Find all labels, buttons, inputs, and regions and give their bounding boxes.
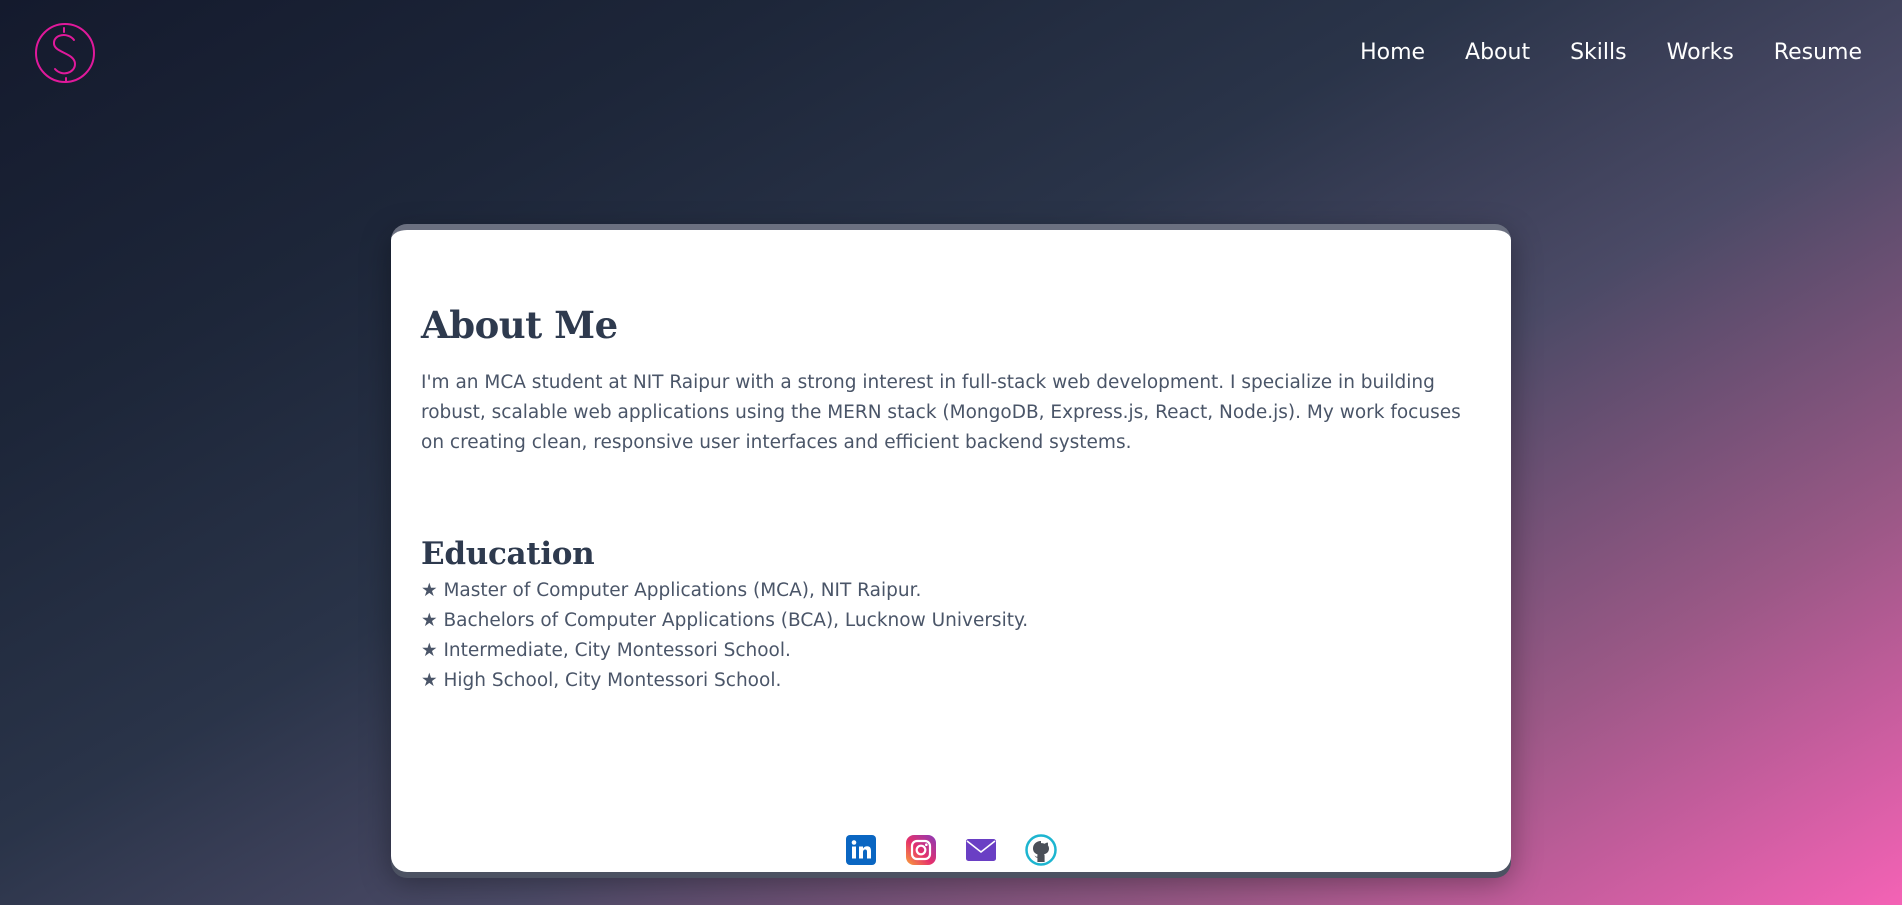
education-item: ★ Intermediate, City Montessori School.: [421, 640, 791, 661]
nav-resume-link[interactable]: Resume: [1774, 38, 1862, 68]
linkedin-icon: [846, 835, 876, 865]
education-item: ★ Bachelors of Computer Applications (BC…: [421, 610, 1029, 631]
mail-icon: [966, 839, 996, 861]
education-item: ★ Master of Computer Applications (MCA),…: [421, 580, 922, 601]
nav-about-link[interactable]: About: [1465, 38, 1530, 68]
social-links: [391, 834, 1511, 866]
instagram-link[interactable]: [905, 834, 937, 866]
github-icon: [1025, 834, 1057, 866]
about-title: About Me: [421, 303, 618, 347]
linkedin-link[interactable]: [845, 834, 877, 866]
education-list: ★ Master of Computer Applications (MCA),…: [421, 576, 1481, 696]
instagram-icon: [906, 835, 936, 865]
about-card: About Me I'm an MCA student at NIT Raipu…: [391, 224, 1511, 872]
nav-skills-link[interactable]: Skills: [1570, 38, 1627, 68]
main-nav: Home About Skills Works Resume: [1360, 38, 1862, 68]
mail-link[interactable]: [965, 834, 997, 866]
education-item: ★ High School, City Montessori School.: [421, 670, 782, 691]
github-link[interactable]: [1025, 834, 1057, 866]
s-monogram-logo-icon[interactable]: [34, 22, 96, 84]
about-bio: I'm an MCA student at NIT Raipur with a …: [421, 372, 1461, 453]
nav-home-link[interactable]: Home: [1360, 38, 1425, 68]
nav-works-link[interactable]: Works: [1667, 38, 1734, 68]
education-title: Education: [421, 536, 595, 572]
